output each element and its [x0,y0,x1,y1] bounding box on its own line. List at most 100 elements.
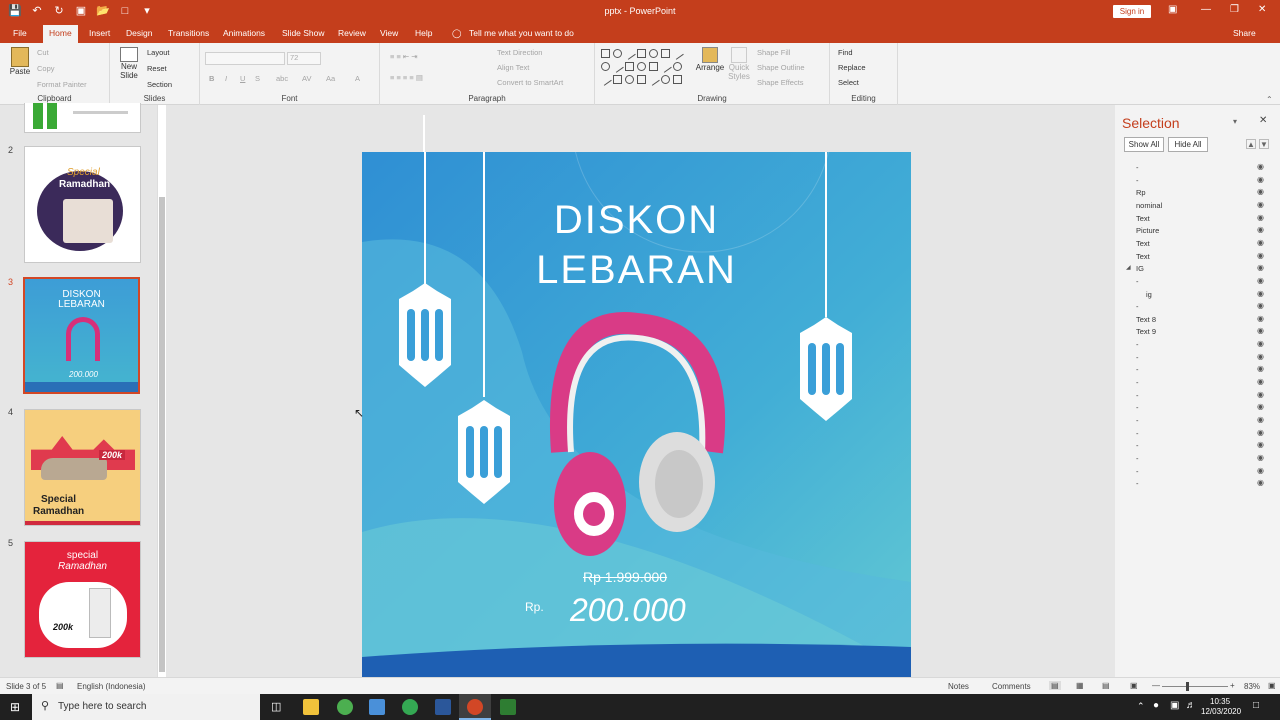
visibility-eye-icon[interactable]: ◉ [1257,314,1264,323]
zoom-slider[interactable] [1162,682,1228,691]
shape-option[interactable] [647,73,660,86]
shape-fill-button[interactable]: Shape Fill [757,48,790,57]
visibility-eye-icon[interactable]: ◉ [1257,301,1264,310]
tab-home[interactable]: Home [43,25,78,43]
selection-item[interactable]: - [1136,454,1139,463]
selection-item[interactable]: - [1136,479,1139,488]
visibility-eye-icon[interactable]: ◉ [1257,339,1264,348]
thumbnails-scroll-thumb[interactable] [159,197,165,672]
pane-close-icon[interactable]: ✕ [1259,115,1267,126]
slide-thumbnail-2[interactable]: Special Ramadhan [24,146,141,263]
align-icons[interactable]: ≡ ≡ ≡ ≡ ▤ [390,73,423,82]
selection-item[interactable]: Rp [1136,188,1146,197]
new-price-text[interactable]: 200.000 [570,592,686,629]
align-text-button[interactable]: Align Text [497,63,529,72]
current-slide[interactable]: DISKON LEBARAN Rp 1.999.000 Rp. 200.000 [362,152,911,677]
shapes-gallery[interactable] [599,47,691,89]
shape-option[interactable] [611,60,624,73]
slide-thumbnail-1[interactable] [24,103,141,133]
tab-insert[interactable]: Insert [89,28,110,38]
selection-item[interactable]: - [1136,429,1139,438]
italic-button[interactable]: I [225,74,227,83]
visibility-eye-icon[interactable]: ◉ [1257,466,1264,475]
shape-option[interactable] [649,49,658,58]
paste-button[interactable]: Paste [8,47,32,76]
arrange-button[interactable]: Arrange [695,47,725,72]
visibility-eye-icon[interactable]: ◉ [1257,453,1264,462]
shape-option[interactable] [625,75,634,84]
visibility-eye-icon[interactable]: ◉ [1257,251,1264,260]
font-color-button[interactable]: A [355,74,360,83]
selection-item[interactable]: - [1136,340,1139,349]
visibility-eye-icon[interactable]: ◉ [1257,326,1264,335]
format-painter-button[interactable]: Format Painter [37,80,87,89]
selection-item[interactable]: ig [1146,290,1152,299]
shadow-button[interactable]: abc [276,74,288,83]
pane-options-icon[interactable]: ▾ [1233,117,1237,126]
ribbon-display-icon[interactable]: ▣ [1168,4,1177,15]
clock-time[interactable]: 10:35 [1210,697,1230,706]
character-spacing-button[interactable]: AV [302,74,311,83]
shape-option[interactable] [661,75,670,84]
selection-item[interactable]: - [1136,416,1139,425]
windows-start-icon[interactable]: ⊞ [10,700,20,714]
visibility-eye-icon[interactable]: ◉ [1257,364,1264,373]
selection-item[interactable]: nominal [1136,201,1162,210]
tell-me-input[interactable]: Tell me what you want to do [469,28,574,38]
file-explorer-icon[interactable] [303,699,319,715]
tab-help[interactable]: Help [415,28,432,38]
layout-button[interactable]: Layout [147,48,170,57]
visibility-eye-icon[interactable]: ◉ [1257,187,1264,196]
visibility-eye-icon[interactable]: ◉ [1257,440,1264,449]
selection-item[interactable]: Text 8 [1136,315,1156,324]
slide-thumbnail-5[interactable]: special Ramadhan 200k [24,541,141,658]
selection-item[interactable]: Text [1136,239,1150,248]
group-expand-icon[interactable]: ◢ [1126,264,1131,271]
visibility-eye-icon[interactable]: ◉ [1257,213,1264,222]
selection-item[interactable]: Text 9 [1136,327,1156,336]
hide-all-button[interactable]: Hide All [1168,137,1208,152]
collapse-ribbon-icon[interactable]: ⌃ [1266,95,1273,104]
powerpoint-icon[interactable] [467,699,483,715]
task-view-icon[interactable]: ◫ [271,700,281,713]
shape-option[interactable] [601,62,610,71]
strikethrough-button[interactable]: S [255,74,260,83]
find-button[interactable]: Find [838,48,853,57]
bold-button[interactable]: B [209,74,214,83]
show-all-button[interactable]: Show All [1124,137,1164,152]
restore-icon[interactable]: ❐ [1230,4,1239,15]
selection-item[interactable]: - [1136,467,1139,476]
bring-forward-icon[interactable]: ▲ [1246,139,1256,149]
visibility-eye-icon[interactable]: ◉ [1257,238,1264,247]
shape-option[interactable] [637,75,646,84]
new-slide-button[interactable]: New Slide [116,47,142,80]
close-icon[interactable]: ✕ [1258,4,1266,15]
shape-effects-button[interactable]: Shape Effects [757,78,804,87]
tab-slide-show[interactable]: Slide Show [282,28,325,38]
selection-item[interactable]: - [1136,163,1139,172]
shape-outline-button[interactable]: Shape Outline [757,63,805,72]
tab-transitions[interactable]: Transitions [168,28,209,38]
selection-item[interactable]: Picture [1136,226,1159,235]
tab-review[interactable]: Review [338,28,366,38]
clock-date[interactable]: 12/03/2020 [1201,707,1241,716]
visibility-eye-icon[interactable]: ◉ [1257,289,1264,298]
font-size-select[interactable]: 72 [287,52,321,65]
tab-design[interactable]: Design [126,28,152,38]
selection-item[interactable]: Text [1136,214,1150,223]
shape-option[interactable] [599,73,612,86]
slideshow-view-icon[interactable]: ▣ [1130,681,1138,690]
shape-option[interactable] [637,62,646,71]
visibility-eye-icon[interactable]: ◉ [1257,428,1264,437]
tray-chevron-icon[interactable]: ⌃ [1137,701,1145,712]
lantern-shape[interactable] [458,400,510,504]
shape-option[interactable] [673,62,682,71]
tab-file[interactable]: File [13,28,27,38]
visibility-eye-icon[interactable]: ◉ [1257,377,1264,386]
shape-option[interactable] [671,47,684,60]
bullets-icon[interactable]: ≡ ≡ ⇤ ⇥ [390,52,418,61]
selection-item[interactable]: - [1136,277,1139,286]
app-icon[interactable] [369,699,385,715]
lantern-shape[interactable] [800,317,852,421]
slide-title-line2[interactable]: LEBARAN [362,248,911,293]
